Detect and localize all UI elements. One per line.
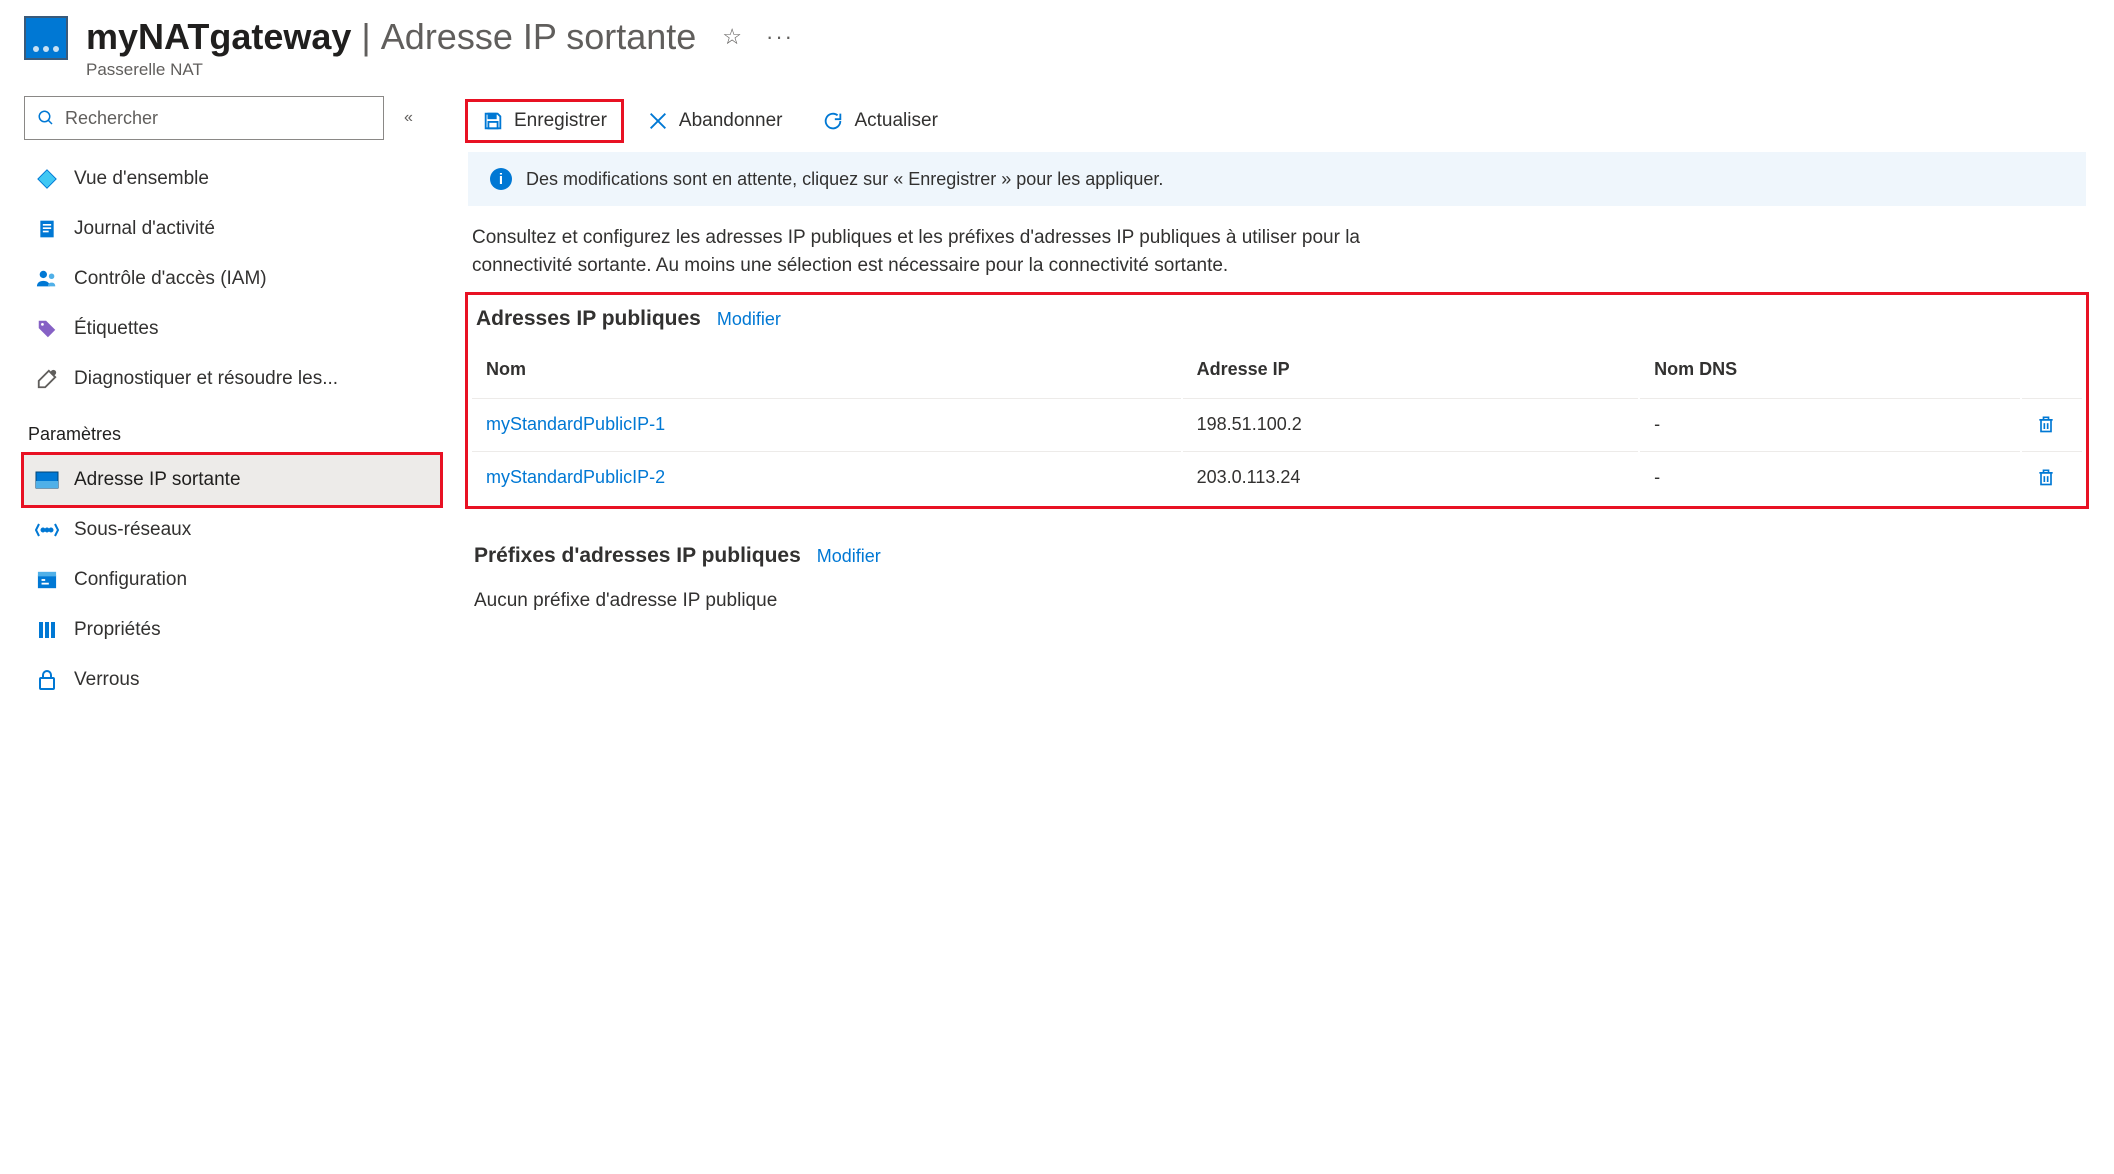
ip-dns: - (1640, 398, 2020, 449)
ip-dns: - (1640, 451, 2020, 502)
sidebar-item-activitylog[interactable]: Journal d'activité (24, 204, 440, 254)
sidebar-item-label: Diagnostiquer et résoudre les... (74, 368, 338, 390)
refresh-button[interactable]: Actualiser (808, 102, 951, 140)
sidebar-search-input[interactable]: Rechercher (24, 96, 384, 140)
public-ips-section: Adresses IP publiques Modifier Nom Adres… (468, 295, 2086, 506)
sidebar-item-configuration[interactable]: Configuration (24, 555, 440, 605)
sidebar-item-diagnose[interactable]: Diagnostiquer et résoudre les... (24, 354, 440, 404)
trash-icon (2036, 466, 2056, 488)
prefixes-section: Préfixes d'adresses IP publiques Modifie… (468, 534, 2086, 624)
pending-changes-banner: i Des modifications sont en attente, cli… (468, 152, 2086, 206)
refresh-label: Actualiser (854, 110, 937, 132)
ip-address: 198.51.100.2 (1183, 398, 1638, 449)
sidebar-item-tags[interactable]: Étiquettes (24, 304, 440, 354)
table-row: myStandardPublicIP-2 203.0.113.24 - (472, 451, 2082, 502)
search-icon (37, 109, 55, 127)
sidebar-item-properties[interactable]: Propriétés (24, 605, 440, 655)
intro-text: Consultez et configurez les adresses IP … (468, 206, 1468, 289)
trash-icon (2036, 413, 2056, 435)
search-placeholder: Rechercher (65, 108, 158, 129)
more-actions-icon[interactable]: ··· (766, 24, 794, 50)
overview-icon (34, 166, 60, 192)
sidebar-item-label: Configuration (74, 569, 187, 591)
nat-gateway-icon (24, 16, 68, 60)
discard-label: Abandonner (679, 110, 783, 132)
diagnose-icon (34, 366, 60, 392)
discard-button[interactable]: Abandonner (633, 102, 797, 140)
tags-icon (34, 316, 60, 342)
ip-name-link[interactable]: myStandardPublicIP-1 (472, 398, 1181, 449)
col-dns: Nom DNS (1640, 343, 2020, 396)
sidebar-item-label: Étiquettes (74, 318, 159, 340)
sidebar-item-subnets[interactable]: Sous-réseaux (24, 505, 440, 555)
sidebar-item-label: Journal d'activité (74, 218, 215, 240)
prefixes-modify-link[interactable]: Modifier (817, 546, 881, 567)
sidebar-item-label: Sous-réseaux (74, 519, 191, 541)
favorite-star-icon[interactable]: ☆ (722, 24, 742, 50)
sidebar-item-label: Contrôle d'accès (IAM) (74, 268, 267, 290)
sidebar-item-label: Adresse IP sortante (74, 469, 241, 491)
command-bar: Enregistrer Abandonner Actualiser (468, 90, 2086, 152)
outbound-ip-icon (34, 467, 60, 493)
prefixes-empty-text: Aucun préfixe d'adresse IP publique (468, 578, 2086, 624)
save-icon (482, 110, 504, 132)
banner-text: Des modifications sont en attente, cliqu… (526, 169, 1163, 190)
sidebar-group-settings: Paramètres (24, 404, 440, 455)
col-name: Nom (472, 343, 1181, 396)
refresh-icon (822, 110, 844, 132)
public-ips-table: Nom Adresse IP Nom DNS myStandardPublicI… (470, 341, 2084, 504)
activity-log-icon (34, 216, 60, 242)
properties-icon (34, 617, 60, 643)
delete-row-button[interactable] (2036, 413, 2068, 435)
public-ips-modify-link[interactable]: Modifier (717, 309, 781, 330)
sidebar-collapse-icon[interactable]: « (404, 109, 413, 127)
sidebar-item-label: Vue d'ensemble (74, 168, 209, 190)
page-header: myNATgateway | Adresse IP sortante ☆ ···… (0, 0, 2114, 90)
ip-address: 203.0.113.24 (1183, 451, 1638, 502)
resource-name: myNATgateway (86, 16, 351, 58)
ip-name-link[interactable]: myStandardPublicIP-2 (472, 451, 1181, 502)
sidebar-item-label: Verrous (74, 669, 139, 691)
info-icon: i (490, 168, 512, 190)
configuration-icon (34, 567, 60, 593)
iam-icon (34, 266, 60, 292)
discard-icon (647, 110, 669, 132)
subnets-icon (34, 517, 60, 543)
col-ip: Adresse IP (1183, 343, 1638, 396)
delete-row-button[interactable] (2036, 466, 2068, 488)
lock-icon (34, 667, 60, 693)
main-pane: Enregistrer Abandonner Actualiser i (440, 90, 2114, 705)
page-title: Adresse IP sortante (381, 16, 697, 58)
sidebar: Rechercher « Vue d'ensemble Journal d'ac… (0, 90, 440, 705)
title-separator: | (361, 16, 370, 58)
sidebar-item-iam[interactable]: Contrôle d'accès (IAM) (24, 254, 440, 304)
sidebar-item-overview[interactable]: Vue d'ensemble (24, 154, 440, 204)
sidebar-item-outbound-ip[interactable]: Adresse IP sortante (24, 455, 440, 505)
sidebar-item-locks[interactable]: Verrous (24, 655, 440, 705)
table-row: myStandardPublicIP-1 198.51.100.2 - (472, 398, 2082, 449)
resource-type-subtitle: Passerelle NAT (86, 60, 794, 80)
public-ips-heading: Adresses IP publiques (476, 307, 701, 331)
save-button[interactable]: Enregistrer (468, 102, 621, 140)
prefixes-heading: Préfixes d'adresses IP publiques (474, 544, 801, 568)
sidebar-item-label: Propriétés (74, 619, 161, 641)
save-label: Enregistrer (514, 110, 607, 132)
